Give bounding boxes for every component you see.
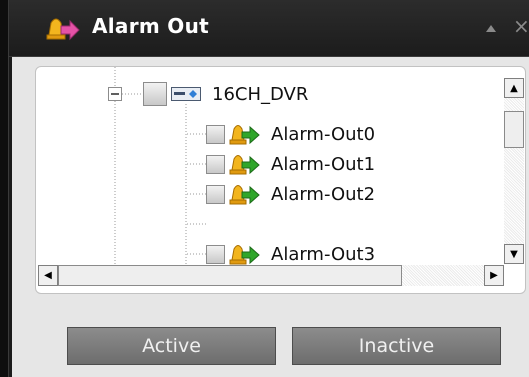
active-button[interactable]: Active	[67, 327, 276, 365]
tree-node-label: Alarm-Out0	[271, 123, 376, 145]
scroll-up-button[interactable]: ▲	[504, 78, 524, 98]
alarm-out-icon	[229, 125, 260, 145]
horizontal-scroll-thumb[interactable]	[58, 265, 402, 286]
tree-node-checkbox[interactable]	[206, 244, 225, 264]
tree-node-label: Alarm-Out3	[271, 243, 376, 265]
tree-node-checkbox[interactable]	[206, 184, 225, 204]
close-icon[interactable]: ×	[513, 14, 529, 38]
tree-node-root[interactable]: 16CH_DVR	[108, 79, 308, 109]
scroll-left-button[interactable]: ◀	[38, 265, 58, 286]
collapse-minus-icon[interactable]	[108, 87, 122, 101]
scroll-right-button[interactable]: ▶	[484, 265, 504, 286]
inactive-button[interactable]: Inactive	[292, 327, 501, 365]
tree-node-label: Alarm-Out2	[271, 183, 376, 205]
tree-node-checkbox[interactable]	[206, 124, 225, 144]
panel-titlebar[interactable]: Alarm Out ×	[9, 0, 529, 57]
tree-node-label: 16CH_DVR	[212, 83, 309, 105]
tree-node-checkbox[interactable]	[206, 154, 225, 174]
triangle-up-icon[interactable]	[483, 20, 499, 36]
alarm-out-icon	[229, 185, 260, 205]
tree-node-alarm-out-1[interactable]: Alarm-Out1	[206, 149, 375, 179]
alarm-out-icon	[46, 18, 80, 41]
scroll-down-button[interactable]: ▼	[504, 244, 524, 264]
tree-node-alarm-out-0[interactable]: Alarm-Out0	[206, 119, 375, 149]
vertical-scrollbar[interactable]: ▲ ▼	[504, 78, 524, 264]
vertical-scroll-thumb[interactable]	[504, 111, 524, 148]
alarm-out-panel: 16CH_DVR Alarm-Out0 Alarm-Out1 Alarm-Out…	[12, 57, 529, 377]
tree-node-alarm-out-2[interactable]: Alarm-Out2	[206, 179, 375, 209]
window-left-frame	[0, 0, 9, 377]
dvr-device-icon	[171, 87, 201, 101]
tree-node-checkbox[interactable]	[143, 82, 167, 106]
alarm-out-icon	[229, 245, 260, 265]
device-tree[interactable]: 16CH_DVR Alarm-Out0 Alarm-Out1 Alarm-Out…	[35, 66, 526, 294]
horizontal-scrollbar[interactable]: ◀ ▶	[38, 265, 504, 286]
panel-title: Alarm Out	[92, 14, 209, 38]
tree-node-label: Alarm-Out1	[271, 153, 376, 175]
alarm-out-icon	[229, 155, 260, 175]
